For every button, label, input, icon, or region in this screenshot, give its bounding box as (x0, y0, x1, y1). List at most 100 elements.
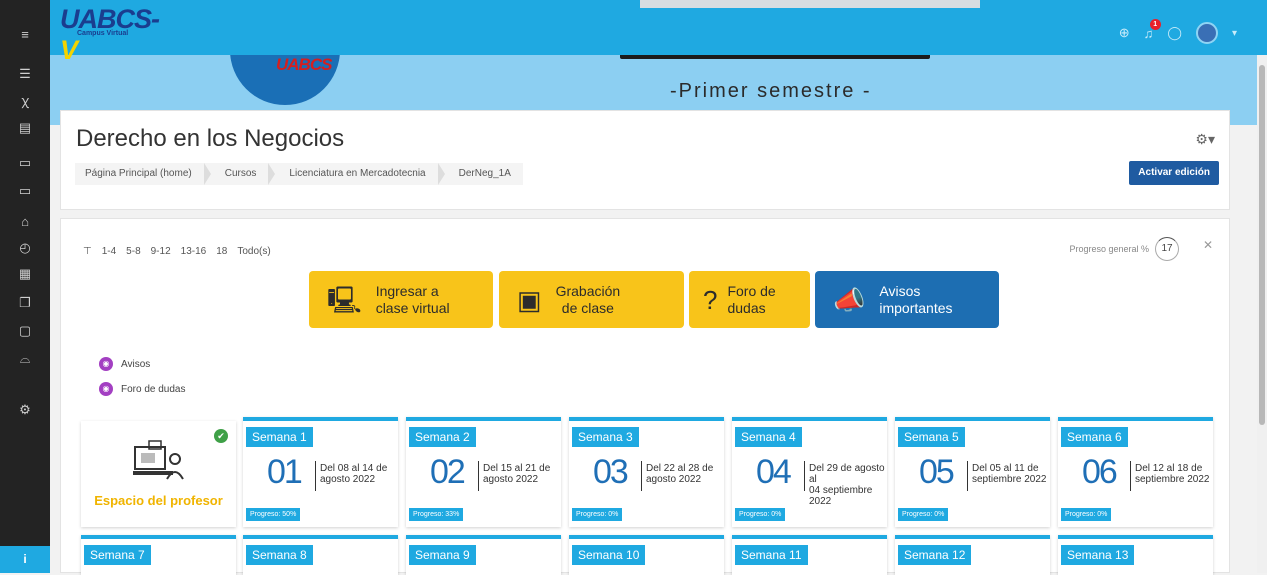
week-number: 03 (593, 453, 629, 491)
progress-circle: 17 (1155, 237, 1179, 261)
calendar-icon[interactable]: ▦ (0, 261, 50, 287)
banner-logo: UABCS (276, 55, 332, 74)
week-card-7[interactable]: Semana 7 (81, 535, 236, 575)
week-tag: Semana 6 (1061, 427, 1128, 447)
clipboard-icon[interactable]: ▢ (0, 318, 50, 344)
week-progress: Progreso: 0% (735, 508, 786, 521)
menu-icon[interactable]: ≡ (0, 22, 50, 48)
activate-edit-button[interactable]: Activar edición (1129, 161, 1219, 185)
notification-badge: 1 (1149, 18, 1161, 30)
week-card-9[interactable]: Semana 9 (406, 535, 561, 575)
info-icon[interactable]: i (0, 546, 50, 573)
week-progress: Progreso: 0% (572, 508, 623, 521)
week-card-6[interactable]: Semana 6 06 Del 12 al 18 de septiembre 20… (1058, 417, 1213, 527)
list-icon[interactable]: ☰ (0, 61, 50, 87)
week-tag: Semana 9 (409, 545, 476, 565)
professor-space-card[interactable]: ✔ Espacio del profesor (81, 421, 236, 527)
filter-1-4[interactable]: 1-4 (102, 246, 116, 257)
week-tag: Semana 13 (1061, 545, 1135, 565)
check-icon: ✔ (214, 429, 228, 443)
progress-label: Progreso general % (1069, 244, 1149, 254)
course-header: Derecho en los Negocios ⚙▾ Página Princi… (60, 110, 1230, 210)
filter-13-16[interactable]: 13-16 (181, 246, 207, 257)
week-card-13[interactable]: Semana 13 (1058, 535, 1213, 575)
home-icon[interactable]: ⌂ (0, 209, 50, 235)
week-dates: Del 29 de agosto al 04 septiembre 2022 (809, 463, 885, 507)
week-card-3[interactable]: Semana 3 03 Del 22 al 28 de agosto 2022 P… (569, 417, 724, 527)
banner-title-fragment (620, 55, 930, 59)
site-logo[interactable]: UABCS-V Campus Virtual (60, 4, 170, 65)
breadcrumb: Página Principal (home) Cursos Licenciat… (75, 163, 523, 185)
chat-icon[interactable]: ◯ (1167, 25, 1182, 41)
breadcrumb-home[interactable]: Página Principal (home) (75, 163, 204, 185)
week-card-2[interactable]: Semana 2 02 Del 15 al 21 de agosto 2022 P… (406, 417, 561, 527)
breadcrumb-cursos[interactable]: Cursos (211, 163, 269, 185)
week-dates: Del 22 al 28 de agosto 2022 (646, 463, 714, 485)
gear-icon[interactable]: ⚙▾ (1195, 131, 1215, 148)
professor-space-label: Espacio del profesor (94, 493, 223, 508)
week-card-5[interactable]: Semana 5 05 Del 05 al 11 de septiembre 20… (895, 417, 1050, 527)
breadcrumb-course[interactable]: DerNeg_1A (445, 163, 523, 185)
course-content: ⊤ 1-4 5-8 9-12 13-16 18 Todo(s) Progreso… (60, 218, 1230, 575)
filter-all[interactable]: Todo(s) (237, 246, 270, 257)
dashboard-icon[interactable]: ◴ (0, 235, 50, 261)
important-notices-button[interactable]: 📣 Avisos importantes (815, 271, 999, 328)
settings-icon[interactable]: ⚙ (0, 397, 50, 423)
questions-forum-button[interactable]: ? Foro de dudas (689, 271, 810, 328)
video-recording-icon: ▣ (517, 284, 542, 315)
week-card-12[interactable]: Semana 12 (895, 535, 1050, 575)
bell-icon[interactable]: ♫ 1 (1144, 18, 1161, 41)
computer-teacher-icon: 🖳 (327, 284, 362, 315)
week-card-10[interactable]: Semana 10 (569, 535, 724, 575)
globe-icon[interactable]: ⊕ (1119, 25, 1130, 41)
week-dates: Del 08 al 14 de agosto 2022 (320, 463, 388, 485)
week-tag: Semana 4 (735, 427, 802, 447)
scrollbar[interactable] (1257, 55, 1267, 573)
week-tag: Semana 10 (572, 545, 646, 565)
folder-icon[interactable]: ▭ (0, 150, 50, 176)
week-card-1[interactable]: Semana 1 01 Del 08 al 14 de agosto 2022 P… (243, 417, 398, 527)
question-icon: ? (703, 284, 718, 315)
week-number: 02 (430, 453, 466, 491)
top-navbar: UABCS-V Campus Virtual ⊕ ♫ 1 ◯ ▾ (0, 0, 1267, 65)
sidebar: ≡ ☰ ꭓ ▤ ▭ ▭ ⌂ ◴ ▦ ❐ ▢ ⌓ ⚙ i (0, 0, 50, 573)
teacher-board-icon (133, 440, 184, 480)
week-tag: Semana 8 (246, 545, 313, 565)
week-card-4[interactable]: Semana 4 04 Del 29 de agosto al 04 septie… (732, 417, 887, 527)
week-number: 06 (1082, 453, 1118, 491)
book-icon[interactable]: ▤ (0, 115, 50, 141)
filter-18[interactable]: 18 (216, 246, 227, 257)
chevron-down-icon[interactable]: ▾ (1232, 28, 1237, 39)
scroll-thumb[interactable] (1259, 65, 1265, 425)
week-tag: Semana 3 (572, 427, 639, 447)
week-tag: Semana 5 (898, 427, 965, 447)
users-icon[interactable]: ꭓ (0, 88, 50, 114)
breadcrumb-licenciatura[interactable]: Licenciatura en Mercadotecnia (275, 163, 437, 185)
week-number: 01 (267, 453, 303, 491)
forum-icon: ◉ (99, 357, 113, 371)
week-progress: Progreso: 50% (246, 508, 301, 521)
week-tag: Semana 7 (84, 545, 151, 565)
week-tag: Semana 1 (246, 427, 313, 447)
close-icon[interactable]: ✕ (1203, 238, 1213, 252)
class-recording-button[interactable]: ▣ Grabación de clase (499, 271, 684, 328)
virtual-class-button[interactable]: 🖳 Ingresar a clase virtual (309, 271, 493, 328)
banner-subtitle: -Primer semestre - (670, 80, 872, 102)
filter-icon[interactable]: ⊤ (83, 246, 92, 257)
week-card-11[interactable]: Semana 11 (732, 535, 887, 575)
week-number: 04 (756, 453, 792, 491)
browser-toolbar-strip (640, 0, 980, 8)
week-tag: Semana 2 (409, 427, 476, 447)
files-icon[interactable]: ❐ (0, 290, 50, 316)
activity-foro-dudas[interactable]: ◉ Foro de dudas (99, 382, 186, 396)
week-dates: Del 05 al 11 de septiembre 2022 (972, 463, 1047, 485)
avatar[interactable] (1195, 22, 1218, 44)
graduation-icon[interactable]: ⌓ (0, 346, 50, 372)
week-progress: Progreso: 0% (898, 508, 949, 521)
folder-icon[interactable]: ▭ (0, 178, 50, 204)
filter-5-8[interactable]: 5-8 (126, 246, 140, 257)
section-filter: ⊤ 1-4 5-8 9-12 13-16 18 Todo(s) (83, 246, 271, 257)
activity-avisos[interactable]: ◉ Avisos (99, 357, 150, 371)
filter-9-12[interactable]: 9-12 (151, 246, 171, 257)
week-card-8[interactable]: Semana 8 (243, 535, 398, 575)
